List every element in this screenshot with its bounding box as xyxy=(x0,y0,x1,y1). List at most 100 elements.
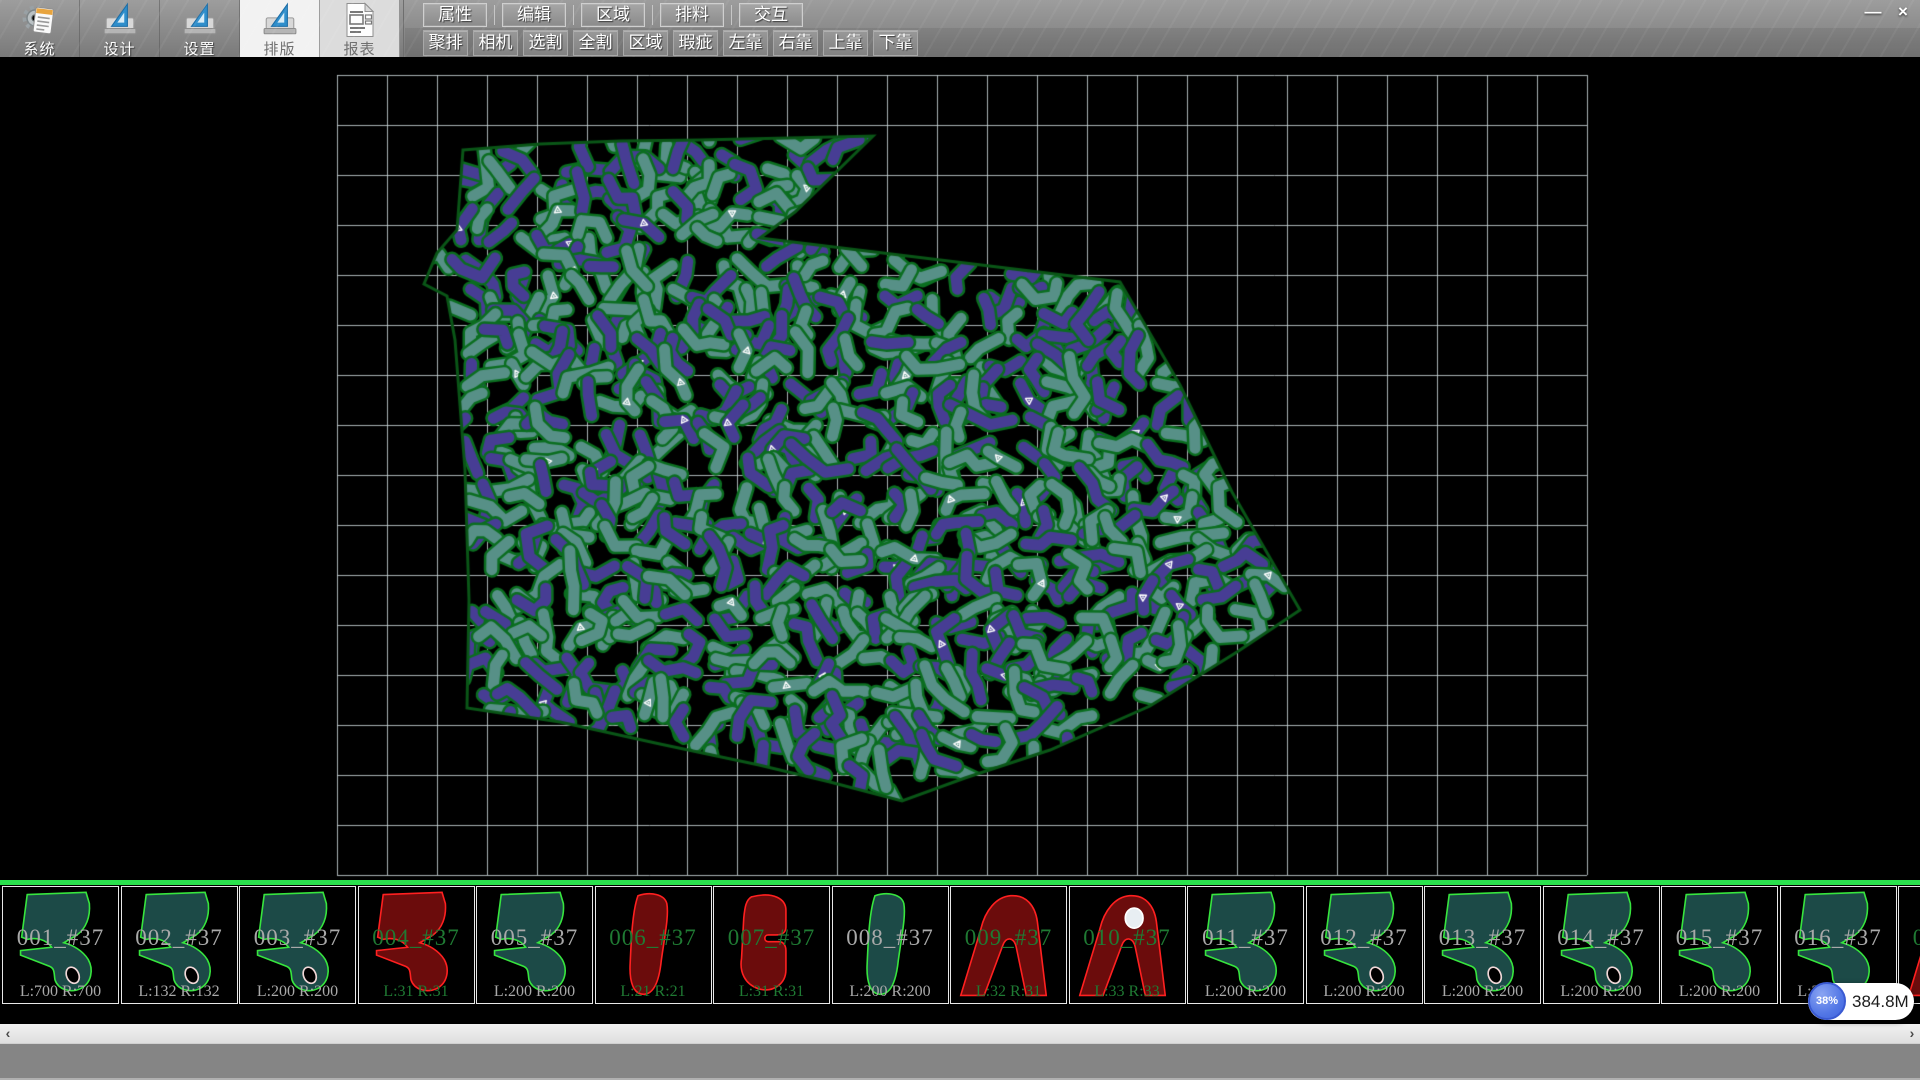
piece-id-label: 013_#37 xyxy=(1425,925,1540,951)
piece-id-label: 001_#37 xyxy=(3,925,118,951)
piece-count-label: L:700 R:700 xyxy=(3,983,118,1001)
set-square-icon xyxy=(182,2,218,38)
piece-thumbnail[interactable]: 009_#37 L:32 R:31 xyxy=(950,886,1067,1004)
btn-align-top[interactable]: 上靠 xyxy=(823,30,868,56)
piece-thumbnail[interactable]: 007_#37 L:31 R:31 xyxy=(713,886,830,1004)
tab-separator xyxy=(731,5,732,25)
tool-button-row: 聚排相机选割全割区域瑕疵左靠右靠上靠下靠 xyxy=(423,30,923,56)
btn-select-cut[interactable]: 选割 xyxy=(523,30,568,56)
tab-properties[interactable]: 属性 xyxy=(423,3,487,27)
application-window: 系统 设计 设置 排版 xyxy=(0,0,1920,1080)
piece-id-label: 007_#37 xyxy=(714,925,829,951)
nesting-viewport[interactable] xyxy=(0,57,1920,880)
tab-interactive[interactable]: 交互 xyxy=(739,3,803,27)
piece-id-label: 011_#37 xyxy=(1188,925,1303,951)
toolbar-divider xyxy=(403,0,404,57)
piece-count-label: L:33 R:33 xyxy=(1070,983,1185,1001)
piece-count-label: L:21 R:21 xyxy=(596,983,711,1001)
close-button[interactable]: × xyxy=(1888,1,1918,24)
piece-thumbnail[interactable]: 014_#37 L:200 R:200 xyxy=(1543,886,1660,1004)
piece-count-label: L:200 R:200 xyxy=(1544,983,1659,1001)
tab-separator xyxy=(573,5,574,25)
nesting-canvas[interactable] xyxy=(0,57,1920,880)
tab-separator xyxy=(652,5,653,25)
progress-indicator: 38% 384.8M xyxy=(1808,983,1914,1020)
piece-id-label: 004_#37 xyxy=(359,925,474,951)
tab-separator xyxy=(494,5,495,25)
module-settings-label: 设置 xyxy=(160,38,239,59)
piece-id-label: 015_#37 xyxy=(1662,925,1777,951)
piece-thumbnail[interactable]: 001_#37 L:700 R:700 xyxy=(2,886,119,1004)
piece-thumbnail[interactable]: 002_#37 L:132 R:132 xyxy=(121,886,238,1004)
btn-cluster-nest[interactable]: 聚排 xyxy=(423,30,468,56)
progress-percent-badge: 38% xyxy=(1808,982,1846,1020)
piece-count-label: L:200 R:200 xyxy=(477,983,592,1001)
module-report-label: 报表 xyxy=(320,38,399,59)
piece-thumbnail[interactable]: 005_#37 L:200 R:200 xyxy=(476,886,593,1004)
piece-id-label: 005_#37 xyxy=(477,925,592,951)
piece-thumbnail[interactable]: 004_#37 L:31 R:31 xyxy=(358,886,475,1004)
piece-id-label: 014_#37 xyxy=(1544,925,1659,951)
piece-count-label: L:31 R:31 xyxy=(359,983,474,1001)
piece-id-label: 012_#37 xyxy=(1307,925,1422,951)
module-settings[interactable]: 设置 xyxy=(160,0,240,57)
menu-tab-bar: 属性编辑区域排料交互 xyxy=(423,3,803,27)
module-report[interactable]: 报表 xyxy=(320,0,400,57)
btn-align-right[interactable]: 右靠 xyxy=(773,30,818,56)
piece-thumbnail[interactable]: 010_#37 L:33 R:33 xyxy=(1069,886,1186,1004)
piece-thumbnail[interactable]: 008_#37 L:200 R:200 xyxy=(832,886,949,1004)
piece-count-label: L:200 R:200 xyxy=(1662,983,1777,1001)
piece-id-label: 017_#37 xyxy=(1899,925,1920,951)
module-system[interactable]: 系统 xyxy=(0,0,80,57)
minimize-button[interactable]: — xyxy=(1858,1,1888,24)
piece-thumbnail[interactable]: 003_#37 L:200 R:200 xyxy=(239,886,356,1004)
module-layout[interactable]: 排版 xyxy=(240,0,320,57)
btn-align-left[interactable]: 左靠 xyxy=(723,30,768,56)
btn-camera[interactable]: 相机 xyxy=(473,30,518,56)
piece-count-label: L:132 R:132 xyxy=(122,983,237,1001)
tab-edit[interactable]: 编辑 xyxy=(502,3,566,27)
btn-align-bottom[interactable]: 下靠 xyxy=(873,30,918,56)
tab-region[interactable]: 区域 xyxy=(581,3,645,27)
piece-id-label: 009_#37 xyxy=(951,925,1066,951)
piece-thumbnail-strip: 001_#37 L:700 R:700 002_#37 L:132 R:132 … xyxy=(0,880,1920,1024)
window-controls: — × xyxy=(1858,1,1918,24)
btn-cut-all[interactable]: 全割 xyxy=(573,30,618,56)
piece-thumbnail-list: 001_#37 L:700 R:700 002_#37 L:132 R:132 … xyxy=(0,886,1920,1004)
scroll-right-arrow-icon[interactable]: › xyxy=(1904,1024,1920,1043)
status-bar xyxy=(0,1043,1920,1080)
piece-thumbnail[interactable]: 012_#37 L:200 R:200 xyxy=(1306,886,1423,1004)
piece-id-label: 010_#37 xyxy=(1070,925,1185,951)
piece-id-label: 006_#37 xyxy=(596,925,711,951)
set-square-icon xyxy=(262,2,298,38)
piece-id-label: 003_#37 xyxy=(240,925,355,951)
gear-notepad-icon xyxy=(20,2,60,38)
set-square-icon xyxy=(102,2,138,38)
btn-region[interactable]: 区域 xyxy=(623,30,668,56)
piece-id-label: 016_#37 xyxy=(1781,925,1896,951)
module-design-label: 设计 xyxy=(80,38,159,59)
piece-thumbnail[interactable]: 013_#37 L:200 R:200 xyxy=(1424,886,1541,1004)
horizontal-scrollbar[interactable]: ‹ › xyxy=(0,1024,1920,1043)
piece-count-label: L:200 R:200 xyxy=(833,983,948,1001)
scroll-left-arrow-icon[interactable]: ‹ xyxy=(0,1024,16,1043)
module-design[interactable]: 设计 xyxy=(80,0,160,57)
btn-defect[interactable]: 瑕疵 xyxy=(673,30,718,56)
piece-id-label: 008_#37 xyxy=(833,925,948,951)
module-system-label: 系统 xyxy=(0,38,79,59)
piece-thumbnail[interactable]: 015_#37 L:200 R:200 xyxy=(1661,886,1778,1004)
piece-count-label: L:200 R:200 xyxy=(1425,983,1540,1001)
piece-id-label: 002_#37 xyxy=(122,925,237,951)
strip-divider-line xyxy=(0,880,1920,885)
toolbar: 系统 设计 设置 排版 xyxy=(0,0,1920,57)
piece-thumbnail[interactable]: 011_#37 L:200 R:200 xyxy=(1187,886,1304,1004)
piece-thumbnail[interactable]: 006_#37 L:21 R:21 xyxy=(595,886,712,1004)
progress-size-label: 384.8M xyxy=(1852,983,1909,1020)
piece-count-label: L:32 R:31 xyxy=(951,983,1066,1001)
module-layout-label: 排版 xyxy=(240,38,319,59)
module-bar: 系统 设计 设置 排版 xyxy=(0,0,400,57)
piece-count-label: L:200 R:200 xyxy=(1188,983,1303,1001)
piece-count-label: L:200 R:200 xyxy=(240,983,355,1001)
tab-nesting[interactable]: 排料 xyxy=(660,3,724,27)
report-doc-icon xyxy=(343,2,377,38)
